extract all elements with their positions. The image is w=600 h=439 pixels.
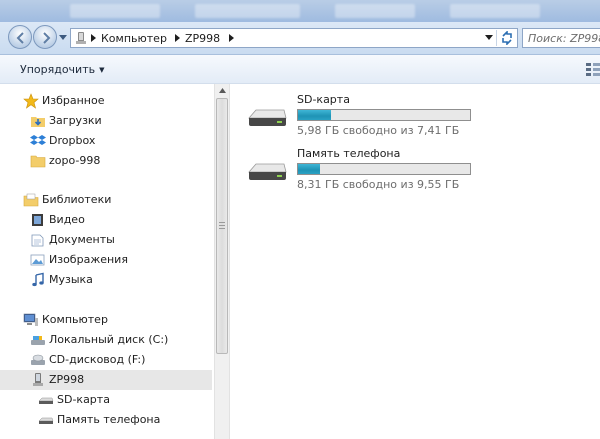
nav-computer[interactable]: Компьютер xyxy=(0,310,212,330)
star-icon xyxy=(23,93,39,109)
nav-subitem-sd-card[interactable]: SD-карта xyxy=(0,390,212,410)
address-history-dropdown-icon[interactable] xyxy=(485,35,493,41)
thumb-grip xyxy=(219,225,225,226)
drive-usage-fill xyxy=(298,110,331,120)
nav-item-video[interactable]: Видео xyxy=(0,210,212,230)
taskbar-tab[interactable] xyxy=(70,4,160,18)
nav-pane-scrollbar[interactable] xyxy=(214,84,230,439)
forward-button[interactable] xyxy=(33,25,57,49)
cd-drive-icon xyxy=(31,354,45,365)
drive-tile-sd-card[interactable]: SD-карта 5,98 ГБ свободно из 7,41 ГБ xyxy=(247,93,597,143)
command-toolbar: Упорядочить ▼ xyxy=(0,55,600,84)
nav-libraries-label: Библиотеки xyxy=(42,193,112,206)
computer-icon xyxy=(23,313,38,326)
nav-computer-label: Компьютер xyxy=(42,313,108,326)
dropbox-icon xyxy=(30,135,46,145)
nav-libraries[interactable]: Библиотеки xyxy=(0,190,212,210)
nav-item-label: Локальный диск (C:) xyxy=(49,333,169,346)
drive-usage-fill xyxy=(298,164,321,174)
nav-item-zopo-998[interactable]: zopo-998 xyxy=(0,151,212,171)
drive-space-info: 8,31 ГБ свободно из 9,55 ГБ xyxy=(297,178,460,191)
local-disk-icon xyxy=(31,336,45,345)
drive-usage-bar xyxy=(297,163,471,175)
libraries-icon xyxy=(23,193,39,207)
taskbar-tab[interactable] xyxy=(195,4,300,18)
navigation-bar: Компьютер ZP998 Поиск: ZP998 xyxy=(0,22,600,55)
nav-item-dropbox[interactable]: Dropbox xyxy=(0,131,212,151)
nav-item-pictures[interactable]: Изображения xyxy=(0,250,212,270)
nav-item-label: Загрузки xyxy=(49,114,102,127)
back-arrow-icon xyxy=(16,32,24,44)
nav-item-label: Изображения xyxy=(49,253,128,266)
breadcrumb-zp998[interactable]: ZP998 xyxy=(185,32,220,45)
pictures-library-icon xyxy=(30,254,45,266)
documents-library-icon xyxy=(31,234,44,247)
nav-item-label: CD-дисковод (F:) xyxy=(49,353,146,366)
music-library-icon xyxy=(32,272,44,287)
refresh-icon[interactable] xyxy=(500,31,514,45)
breadcrumb-separator-icon[interactable] xyxy=(175,34,181,42)
nav-item-label: zopo-998 xyxy=(49,154,101,167)
breadcrumb-separator-icon[interactable] xyxy=(229,34,235,42)
change-view-icon[interactable] xyxy=(586,62,600,76)
nav-item-label: Видео xyxy=(49,213,85,226)
nav-item-label: Документы xyxy=(49,233,115,246)
nav-item-documents[interactable]: Документы xyxy=(0,230,212,250)
storage-drive-icon xyxy=(248,109,287,126)
organize-button[interactable]: Упорядочить ▼ xyxy=(20,63,105,76)
drive-usage-bar xyxy=(297,109,471,121)
video-library-icon xyxy=(32,214,43,226)
nav-item-zp998[interactable]: ZP998 xyxy=(0,370,212,390)
device-icon xyxy=(76,32,86,44)
nav-item-downloads[interactable]: Загрузки xyxy=(0,111,212,131)
storage-drive-icon xyxy=(38,417,54,424)
nav-favorites[interactable]: Избранное xyxy=(0,91,212,111)
content-pane: SD-карта 5,98 ГБ свободно из 7,41 ГБ Пам… xyxy=(231,84,600,439)
nav-item-cd-drive-f[interactable]: CD-дисковод (F:) xyxy=(0,350,212,370)
taskbar-tab[interactable] xyxy=(335,4,415,18)
nav-item-music[interactable]: Музыка xyxy=(0,270,212,290)
taskbar-tab[interactable] xyxy=(450,4,540,18)
scrollbar-thumb[interactable] xyxy=(216,98,228,354)
storage-drive-icon xyxy=(248,163,287,180)
nav-subitem-phone-memory[interactable]: Память телефона xyxy=(0,410,212,430)
nav-item-label: Музыка xyxy=(49,273,93,286)
storage-drive-icon xyxy=(38,397,54,404)
nav-item-label: Dropbox xyxy=(49,134,96,147)
address-bar[interactable]: Компьютер ZP998 xyxy=(70,28,518,48)
nav-item-local-disk-c[interactable]: Локальный диск (C:) xyxy=(0,330,212,350)
drive-name: SD-карта xyxy=(297,93,350,106)
scroll-up-icon[interactable] xyxy=(219,88,226,93)
thumb-grip xyxy=(219,222,225,223)
recent-pages-dropdown-icon[interactable] xyxy=(59,35,67,41)
downloads-folder-icon xyxy=(31,117,45,127)
thumb-grip xyxy=(219,228,225,229)
drive-space-info: 5,98 ГБ свободно из 7,41 ГБ xyxy=(297,124,460,137)
organize-label: Упорядочить xyxy=(20,63,96,76)
chevron-down-icon: ▼ xyxy=(99,66,105,74)
nav-item-label: Память телефона xyxy=(57,413,161,426)
nav-item-label: ZP998 xyxy=(49,373,85,386)
search-input[interactable]: Поиск: ZP998 xyxy=(522,28,600,48)
drive-name: Память телефона xyxy=(297,147,401,160)
breadcrumb-separator-icon[interactable] xyxy=(91,34,97,42)
taskbar-strip xyxy=(0,0,600,22)
navigation-pane: Избранное Загрузки Dropbox zopo-998 Библ… xyxy=(0,84,214,439)
nav-favorites-label: Избранное xyxy=(42,94,105,107)
portable-device-icon xyxy=(33,373,43,386)
drive-tile-phone-memory[interactable]: Память телефона 8,31 ГБ свободно из 9,55… xyxy=(247,147,597,197)
back-button[interactable] xyxy=(8,25,32,49)
address-separator xyxy=(496,30,497,46)
breadcrumb-computer[interactable]: Компьютер xyxy=(101,32,167,45)
forward-arrow-icon xyxy=(43,32,51,44)
folder-icon xyxy=(30,155,46,168)
nav-item-label: SD-карта xyxy=(57,393,110,406)
